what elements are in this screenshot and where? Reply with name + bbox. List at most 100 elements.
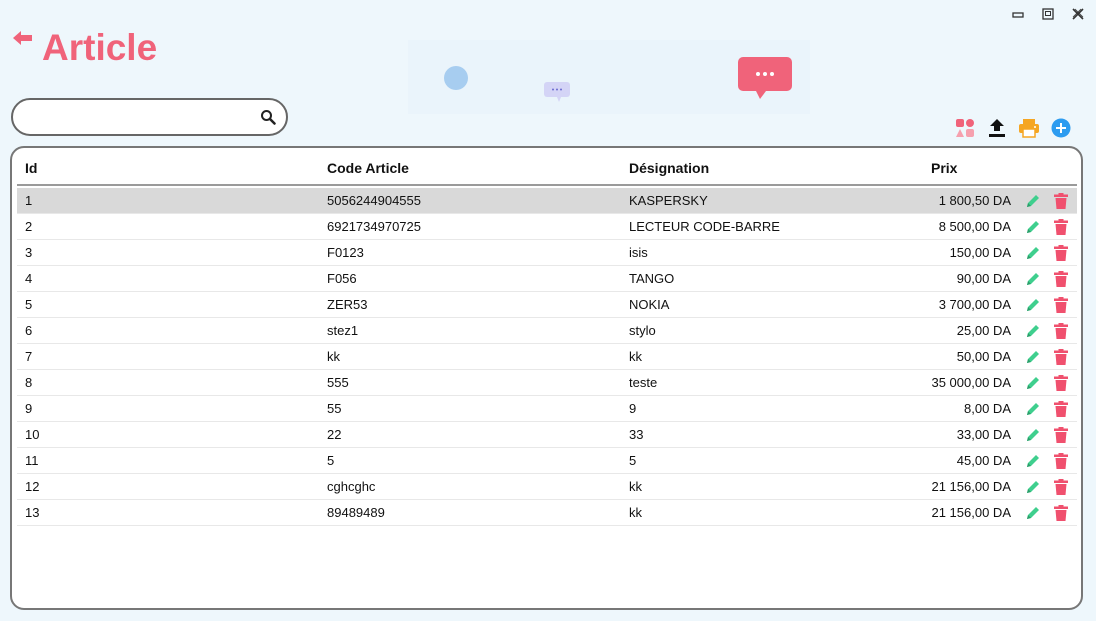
delete-icon[interactable]	[1053, 426, 1069, 444]
chat-bubble-small-icon	[544, 82, 570, 107]
cell-code-article: 22	[327, 427, 342, 442]
table-row[interactable]: 2 6921734970725 LECTEUR CODE-BARRE 8 500,00…	[17, 214, 1077, 240]
edit-icon[interactable]	[1025, 478, 1041, 496]
edit-icon[interactable]	[1025, 192, 1041, 210]
cell-prix: 25,00 DA	[956, 323, 1011, 338]
edit-icon[interactable]	[1025, 504, 1041, 522]
cell-code-article: ZER53	[327, 297, 368, 312]
minimize-icon[interactable]	[1010, 6, 1026, 22]
chat-bubble-large-icon	[738, 57, 792, 104]
table-row[interactable]: 11 5 5 45,00 DA	[17, 448, 1077, 474]
column-header-designation[interactable]: Désignation	[629, 160, 709, 176]
cell-prix: 3 700,00 DA	[938, 297, 1011, 312]
cell-designation: stylo	[629, 323, 656, 338]
print-icon[interactable]	[1018, 117, 1040, 139]
delete-icon[interactable]	[1053, 374, 1069, 392]
edit-icon[interactable]	[1025, 452, 1041, 470]
column-header-id[interactable]: Id	[25, 160, 37, 176]
cell-designation: 33	[629, 427, 644, 442]
delete-icon[interactable]	[1053, 504, 1069, 522]
cell-code-article: 55	[327, 401, 342, 416]
cell-prix: 8 500,00 DA	[938, 219, 1011, 234]
cell-id: 12	[25, 479, 40, 494]
delete-icon[interactable]	[1053, 348, 1069, 366]
cell-code-article: kk	[327, 349, 340, 364]
edit-icon[interactable]	[1025, 374, 1041, 392]
cell-code-article: stez1	[327, 323, 359, 338]
delete-icon[interactable]	[1053, 400, 1069, 418]
cell-designation: NOKIA	[629, 297, 670, 312]
categories-icon[interactable]	[954, 117, 976, 139]
cell-designation: 9	[629, 401, 637, 416]
cell-code-article: 555	[327, 375, 349, 390]
cell-id: 7	[25, 349, 33, 364]
edit-icon[interactable]	[1025, 426, 1041, 444]
cell-id: 2	[25, 219, 33, 234]
cell-designation: kk	[629, 505, 642, 520]
table-row[interactable]: 4 F056 TANGO 90,00 DA	[17, 266, 1077, 292]
table-row[interactable]: 10 22 33 33,00 DA	[17, 422, 1077, 448]
cell-prix: 150,00 DA	[949, 245, 1011, 260]
cell-code-article: 5056244904555	[327, 193, 421, 208]
delete-icon[interactable]	[1053, 322, 1069, 340]
cell-designation: isis	[629, 245, 648, 260]
delete-icon[interactable]	[1053, 452, 1069, 470]
cell-designation: KASPERSKY	[629, 193, 708, 208]
cell-code-article: F056	[327, 271, 357, 286]
upload-icon[interactable]	[986, 117, 1008, 139]
cell-id: 3	[25, 245, 33, 260]
edit-icon[interactable]	[1025, 296, 1041, 314]
article-table: Id Code Article Désignation Prix 1 505624…	[10, 146, 1083, 610]
table-row[interactable]: 9 55 9 8,00 DA	[17, 396, 1077, 422]
edit-icon[interactable]	[1025, 218, 1041, 236]
table-row[interactable]: 7 kk kk 50,00 DA	[17, 344, 1077, 370]
cell-designation: kk	[629, 349, 642, 364]
cell-id: 9	[25, 401, 33, 416]
close-icon[interactable]	[1070, 6, 1086, 22]
delete-icon[interactable]	[1053, 218, 1069, 236]
cell-prix: 33,00 DA	[956, 427, 1011, 442]
cell-designation: 5	[629, 453, 637, 468]
cell-prix: 50,00 DA	[956, 349, 1011, 364]
table-row[interactable]: 3 F0123 isis 150,00 DA	[17, 240, 1077, 266]
maximize-icon[interactable]	[1040, 6, 1056, 22]
delete-icon[interactable]	[1053, 270, 1069, 288]
table-row[interactable]: 6 stez1 stylo 25,00 DA	[17, 318, 1077, 344]
search-input[interactable]	[27, 108, 261, 128]
column-header-prix[interactable]: Prix	[931, 160, 957, 176]
cell-prix: 8,00 DA	[964, 401, 1011, 416]
cell-code-article: 6921734970725	[327, 219, 421, 234]
decorative-circle-icon	[444, 66, 468, 90]
cell-id: 5	[25, 297, 33, 312]
cell-id: 8	[25, 375, 33, 390]
edit-icon[interactable]	[1025, 244, 1041, 262]
back-arrow-icon[interactable]	[12, 30, 34, 50]
cell-id: 11	[25, 453, 39, 468]
cell-code-article: cghcghc	[327, 479, 376, 494]
delete-icon[interactable]	[1053, 478, 1069, 496]
table-row[interactable]: 8 555 teste 35 000,00 DA	[17, 370, 1077, 396]
search-icon[interactable]	[260, 109, 276, 125]
edit-icon[interactable]	[1025, 400, 1041, 418]
window-controls	[1010, 6, 1086, 22]
cell-designation: TANGO	[629, 271, 675, 286]
cell-designation: teste	[629, 375, 658, 390]
cell-prix: 21 156,00 DA	[931, 505, 1011, 520]
delete-icon[interactable]	[1053, 192, 1069, 210]
cell-code-article: F0123	[327, 245, 364, 260]
column-header-code[interactable]: Code Article	[327, 160, 409, 176]
delete-icon[interactable]	[1053, 244, 1069, 262]
delete-icon[interactable]	[1053, 296, 1069, 314]
cell-id: 1	[25, 193, 33, 208]
cell-prix: 45,00 DA	[956, 453, 1011, 468]
page-title: Article	[42, 27, 158, 68]
table-row[interactable]: 1 5056244904555 KASPERSKY 1 800,50 DA	[17, 188, 1077, 214]
edit-icon[interactable]	[1025, 270, 1041, 288]
toolbar	[954, 117, 1072, 139]
edit-icon[interactable]	[1025, 348, 1041, 366]
table-row[interactable]: 13 89489489 kk 21 156,00 DA	[17, 500, 1077, 526]
table-row[interactable]: 5 ZER53 NOKIA 3 700,00 DA	[17, 292, 1077, 318]
edit-icon[interactable]	[1025, 322, 1041, 340]
table-row[interactable]: 12 cghcghc kk 21 156,00 DA	[17, 474, 1077, 500]
add-icon[interactable]	[1050, 117, 1072, 139]
